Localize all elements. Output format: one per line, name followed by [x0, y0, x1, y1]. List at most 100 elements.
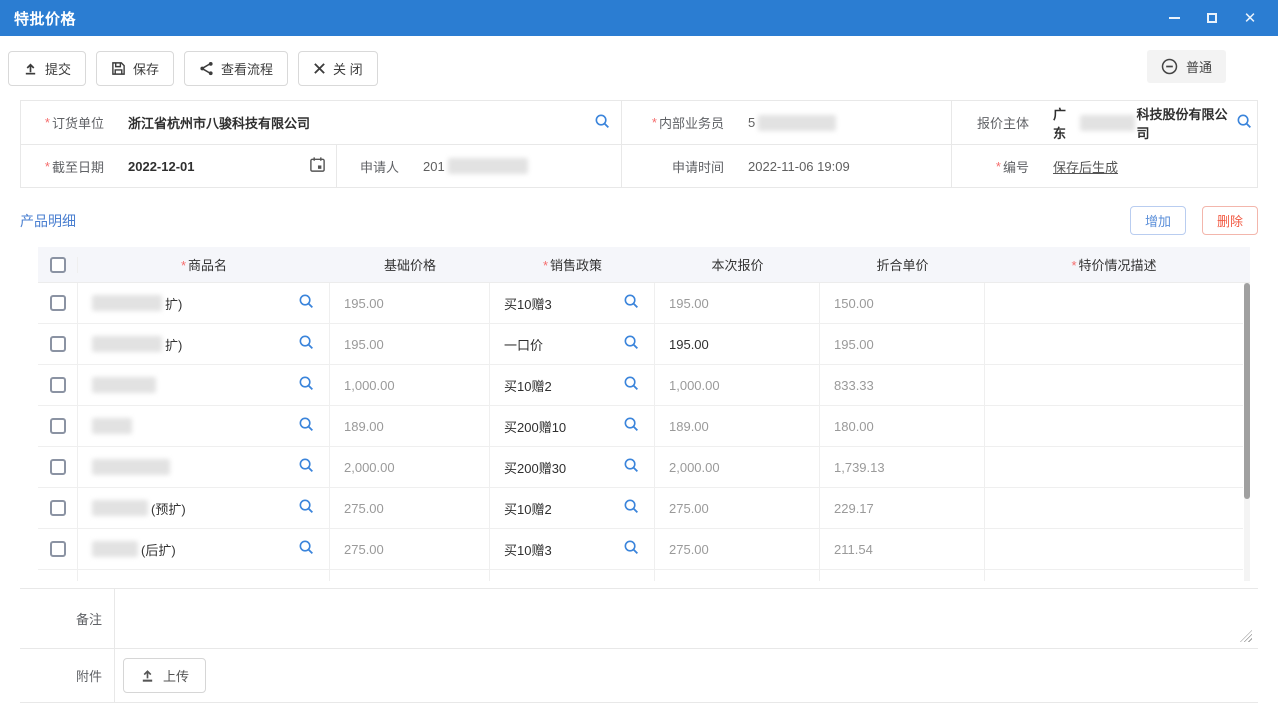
row-checkbox-cell — [38, 283, 78, 324]
base-price-cell[interactable]: 189.00 — [330, 406, 490, 447]
close-window-icon[interactable]: ✕ — [1242, 10, 1258, 26]
product-name-cell[interactable]: (后扩) — [78, 529, 330, 570]
view-flow-button[interactable]: 查看流程 — [184, 51, 288, 86]
product-name-suffix: (预扩) — [151, 499, 186, 518]
unit-price-cell[interactable]: 1,739.13 — [820, 447, 985, 488]
special-price-description-cell[interactable] — [985, 447, 1243, 488]
add-row-button[interactable]: 增加 — [1130, 206, 1186, 235]
policy-search-icon[interactable] — [623, 416, 640, 436]
base-price-cell[interactable]: 275.00 — [330, 529, 490, 570]
select-all-checkbox[interactable] — [50, 257, 66, 273]
resize-handle-icon[interactable] — [1240, 630, 1252, 642]
product-name-cell[interactable] — [78, 406, 330, 447]
unit-price-cell[interactable]: 180.00 — [820, 406, 985, 447]
quote-price-cell[interactable]: 189.00 — [655, 406, 820, 447]
special-price-description-cell[interactable] — [985, 488, 1243, 529]
policy-search-icon[interactable] — [623, 293, 640, 313]
row-checkbox[interactable] — [50, 295, 66, 311]
special-price-description-cell[interactable] — [985, 406, 1243, 447]
sales-policy-cell[interactable]: 买10赠2 — [490, 488, 655, 529]
table-scrollbar[interactable] — [1244, 283, 1250, 581]
unit-price-cell[interactable] — [820, 570, 985, 582]
policy-search-icon[interactable] — [623, 457, 640, 477]
base-price-cell[interactable]: 275.00 — [330, 488, 490, 529]
unit-price-cell[interactable]: 211.54 — [820, 529, 985, 570]
special-price-description-cell[interactable] — [985, 570, 1243, 582]
unit-price-cell[interactable]: 150.00 — [820, 283, 985, 324]
policy-search-icon[interactable] — [623, 375, 640, 395]
product-name-cell[interactable]: 扩) — [78, 324, 330, 365]
unit-price-cell[interactable]: 229.17 — [820, 488, 985, 529]
deadline-field[interactable]: 2022-12-01 — [116, 144, 336, 187]
product-search-icon[interactable] — [298, 457, 315, 477]
product-search-icon[interactable] — [298, 334, 315, 354]
close-form-button[interactable]: 关 闭 — [298, 51, 378, 86]
quote-price-cell[interactable]: 195.00 — [655, 324, 820, 365]
quote-price-cell[interactable]: 195.00 — [655, 283, 820, 324]
policy-search-icon[interactable] — [623, 539, 640, 559]
quote-price-cell[interactable] — [655, 570, 820, 582]
row-checkbox[interactable] — [50, 418, 66, 434]
sales-policy-cell[interactable]: 买200赠10 — [490, 406, 655, 447]
product-search-icon[interactable] — [298, 416, 315, 436]
quote-entity-label: 报价主体 — [951, 101, 1041, 144]
flow-share-icon — [199, 61, 214, 76]
product-search-icon[interactable] — [298, 375, 315, 395]
product-search-icon[interactable] — [298, 539, 315, 559]
row-checkbox[interactable] — [50, 377, 66, 393]
delete-row-button[interactable]: 删除 — [1202, 206, 1258, 235]
minimize-icon[interactable] — [1166, 10, 1182, 26]
quote-entity-search-icon[interactable] — [1236, 113, 1253, 133]
sales-policy-cell[interactable]: 买10赠2 — [490, 365, 655, 406]
policy-search-icon[interactable] — [623, 498, 640, 518]
quote-price-cell[interactable]: 275.00 — [655, 529, 820, 570]
special-price-description-cell[interactable] — [985, 324, 1243, 365]
base-price-cell[interactable]: 2,000.00 — [330, 447, 490, 488]
sales-policy-cell[interactable]: 买10赠3 — [490, 283, 655, 324]
product-name-cell[interactable] — [78, 365, 330, 406]
unit-price-cell[interactable]: 833.33 — [820, 365, 985, 406]
quote-price-cell[interactable]: 1,000.00 — [655, 365, 820, 406]
remark-textarea[interactable] — [115, 589, 1258, 648]
row-checkbox[interactable] — [50, 459, 66, 475]
sales-policy-cell[interactable]: 买10赠3 — [490, 529, 655, 570]
product-search-icon[interactable] — [298, 498, 315, 518]
special-price-description-cell[interactable] — [985, 529, 1243, 570]
calendar-icon[interactable] — [309, 156, 326, 176]
view-flow-label: 查看流程 — [221, 59, 273, 78]
base-price-cell[interactable]: 1,000.00 — [330, 365, 490, 406]
base-price-cell[interactable]: 195.00 — [330, 283, 490, 324]
upload-icon — [140, 668, 155, 683]
quote-entity-field[interactable]: 广东 科技股份有限公司 — [1041, 101, 1257, 144]
maximize-icon[interactable] — [1204, 10, 1220, 26]
priority-badge[interactable]: 普通 — [1147, 50, 1226, 83]
sales-policy-cell[interactable]: 一口价 — [490, 324, 655, 365]
row-checkbox[interactable] — [50, 500, 66, 516]
sales-policy-value: 买200赠30 — [504, 458, 566, 477]
quote-price-cell[interactable]: 275.00 — [655, 488, 820, 529]
unit-price-cell[interactable]: 195.00 — [820, 324, 985, 365]
row-checkbox[interactable] — [50, 336, 66, 352]
sales-policy-cell[interactable]: 买200赠30 — [490, 447, 655, 488]
base-price-cell[interactable]: 195.00 — [330, 324, 490, 365]
submit-button[interactable]: 提交 — [8, 51, 86, 86]
product-name-cell[interactable]: 扩) — [78, 283, 330, 324]
upload-button[interactable]: 上传 — [123, 658, 206, 693]
internal-salesman-field[interactable]: 5 — [736, 101, 951, 144]
order-unit-field[interactable]: 浙江省杭州市八骏科技有限公司 — [116, 101, 621, 144]
table-scrollbar-thumb[interactable] — [1244, 283, 1250, 499]
base-price-cell[interactable] — [330, 570, 490, 582]
save-button[interactable]: 保存 — [96, 51, 174, 86]
product-name-cell[interactable] — [78, 447, 330, 488]
product-name-suffix: 扩) — [165, 335, 182, 354]
product-search-icon[interactable] — [298, 293, 315, 313]
sales-policy-cell[interactable] — [490, 570, 655, 582]
row-checkbox[interactable] — [50, 541, 66, 557]
policy-search-icon[interactable] — [623, 334, 640, 354]
product-name-cell[interactable]: (预扩) — [78, 488, 330, 529]
special-price-description-cell[interactable] — [985, 365, 1243, 406]
product-name-cell[interactable] — [78, 570, 330, 582]
quote-price-cell[interactable]: 2,000.00 — [655, 447, 820, 488]
special-price-description-cell[interactable] — [985, 283, 1243, 324]
order-unit-search-icon[interactable] — [594, 113, 611, 133]
